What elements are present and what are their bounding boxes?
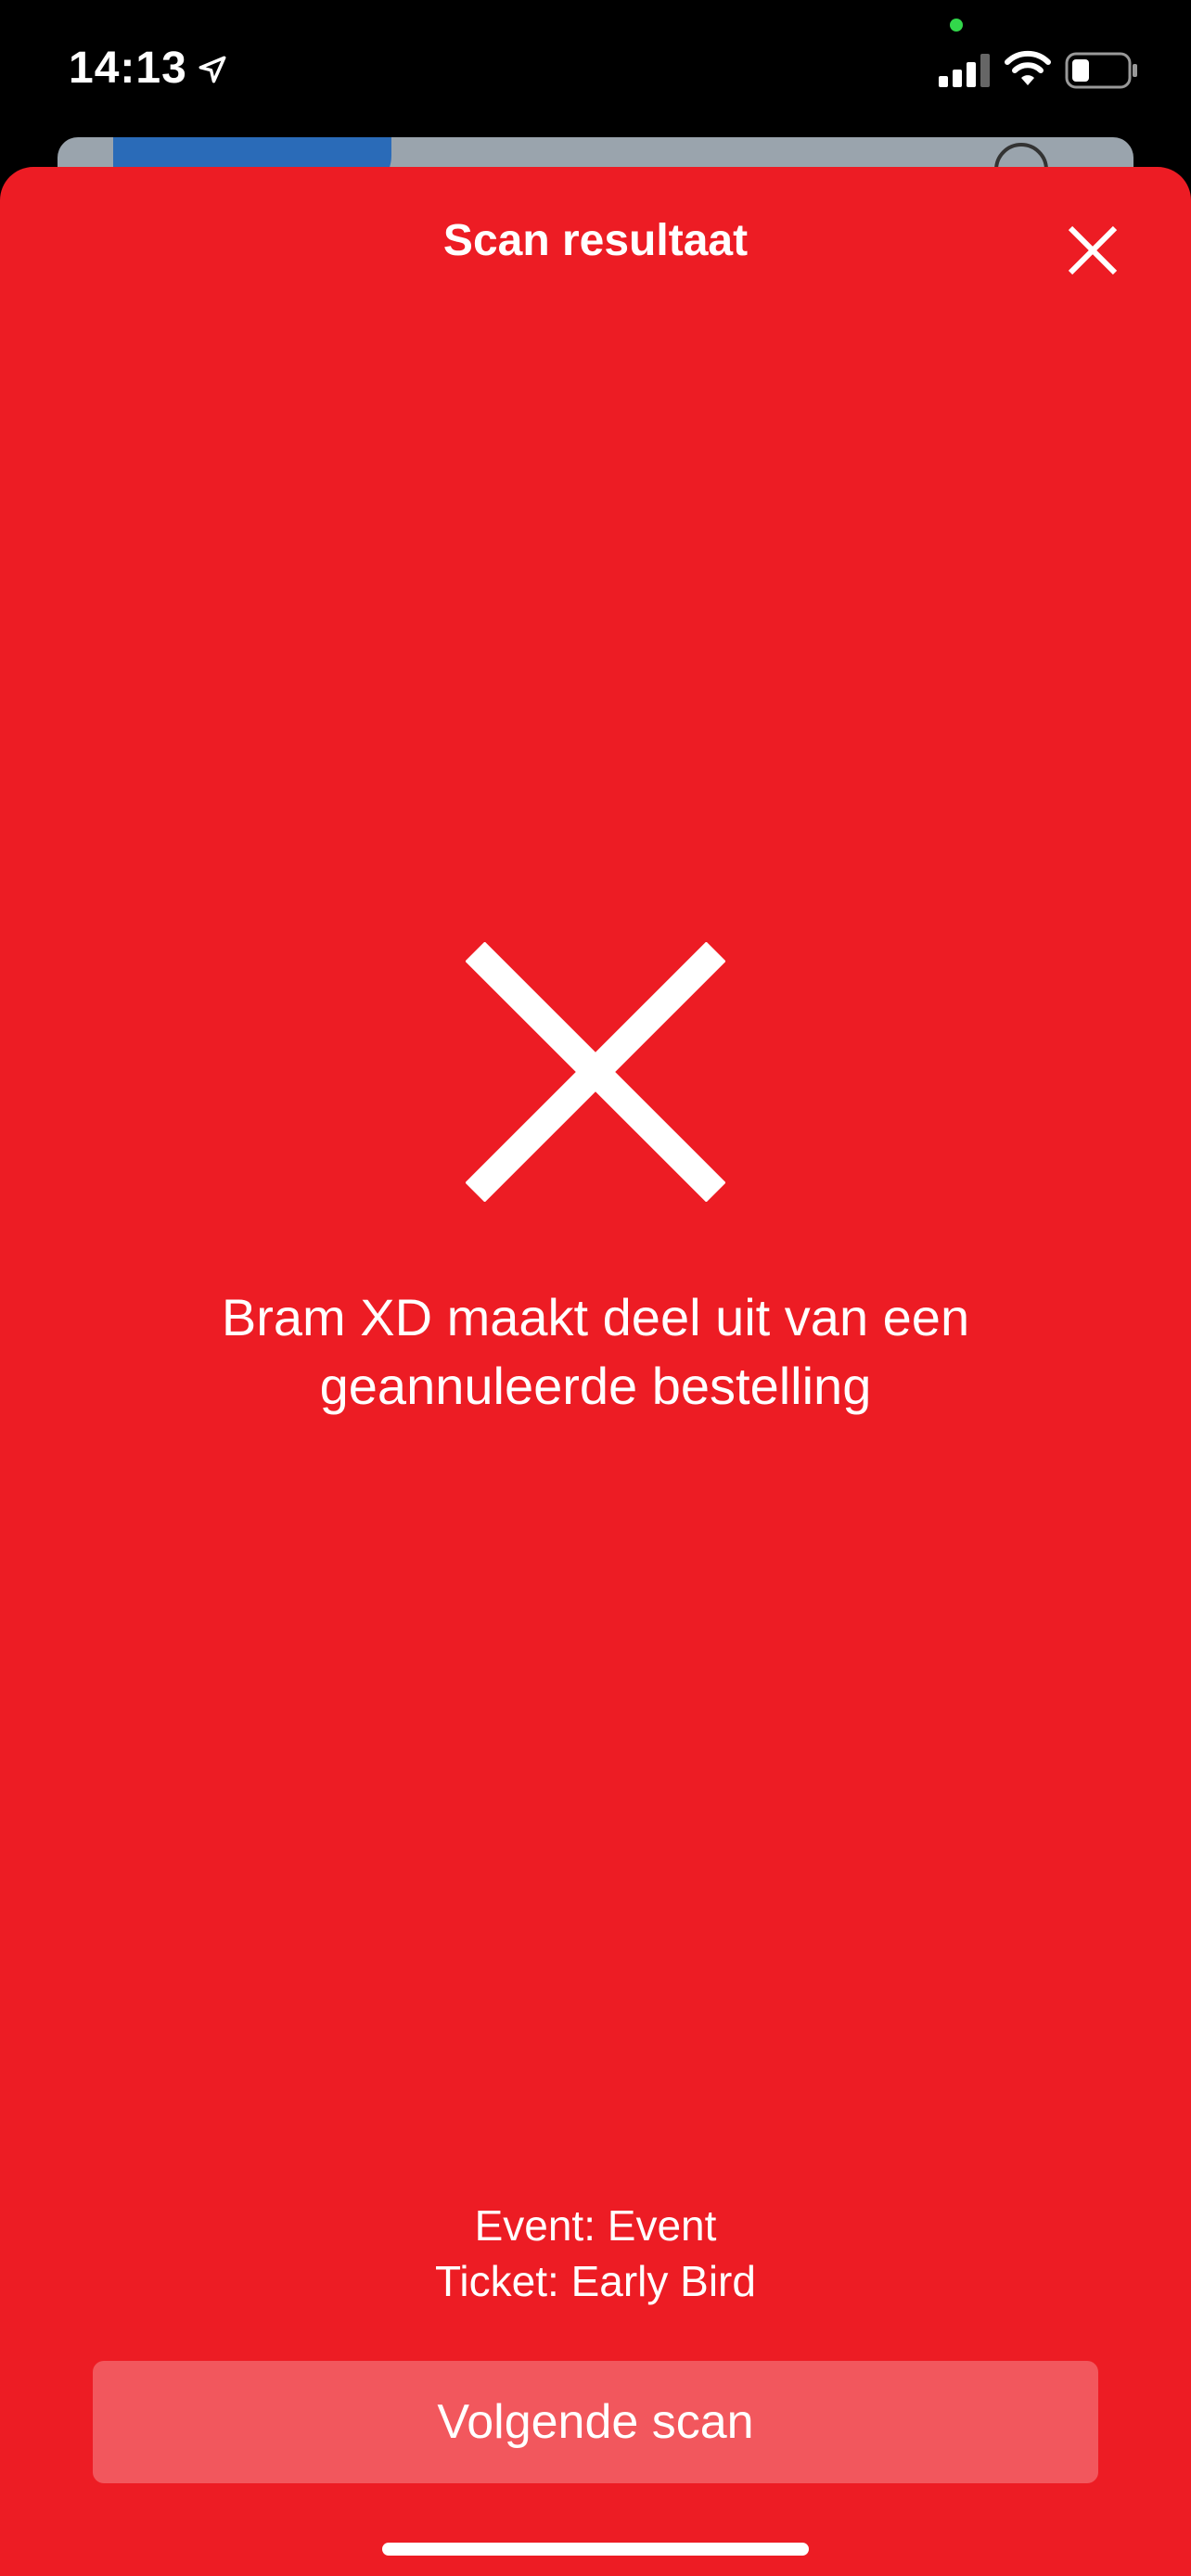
wifi-icon — [1005, 50, 1051, 85]
signal-icon — [939, 54, 990, 87]
privacy-indicator-dot — [950, 19, 963, 32]
location-arrow-icon — [198, 56, 226, 83]
ticket-details: Event: Event Ticket: Early Bird — [0, 2198, 1191, 2309]
event-label: Event: Event — [474, 2201, 717, 2250]
scan-result-sheet: Scan resultaat Bram XD maakt deel uit va… — [0, 167, 1191, 2576]
status-time: 14:13 — [69, 44, 187, 93]
screen: 14:13 Scan resultaat Bram XD maakt deel … — [0, 0, 1191, 2576]
status-bar: 14:13 — [0, 0, 1191, 139]
close-icon — [1068, 225, 1118, 275]
next-scan-button[interactable]: Volgende scan — [93, 2361, 1098, 2483]
home-indicator[interactable] — [382, 2543, 809, 2556]
battery-icon — [1065, 52, 1137, 89]
close-button[interactable] — [1057, 215, 1128, 286]
result-cross-icon — [465, 941, 726, 1203]
sheet-title: Scan resultaat — [442, 216, 749, 265]
result-message: Bram XD maakt deel uit van een geannulee… — [221, 1288, 970, 1415]
ticket-label: Ticket: Early Bird — [435, 2257, 756, 2305]
cross-icon — [465, 941, 726, 1203]
